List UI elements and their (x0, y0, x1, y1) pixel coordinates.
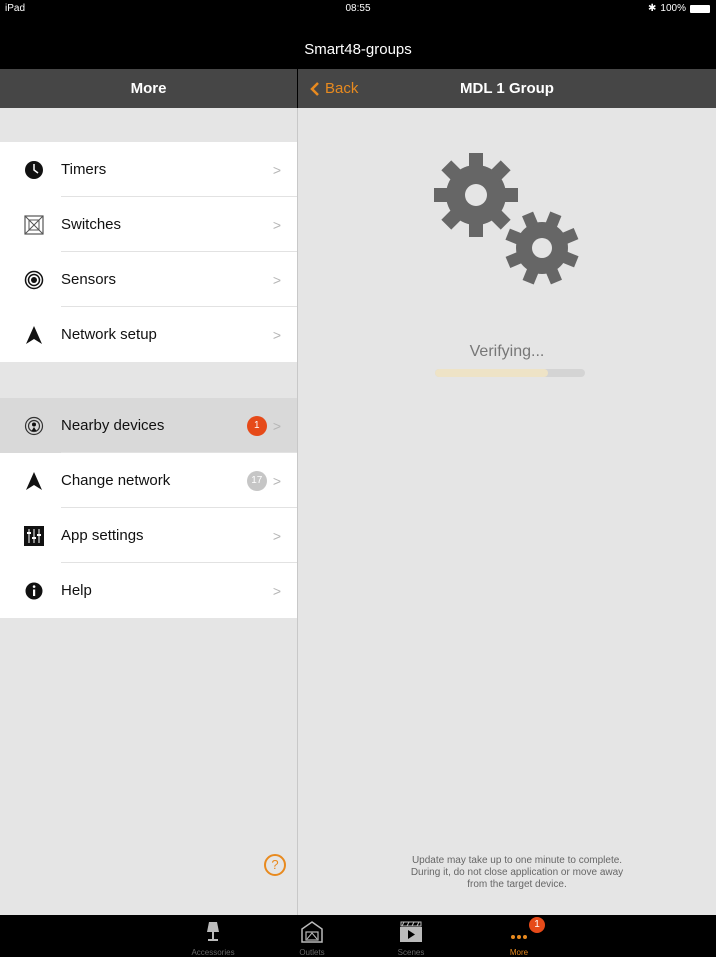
menu-item-network-setup[interactable]: Network setup > (0, 307, 297, 362)
menu-group-2: Nearby devices 1 > Change network 17 > A… (0, 398, 297, 618)
tab-accessories[interactable]: Accessories (183, 915, 243, 957)
chevron-right-icon: > (272, 271, 281, 288)
note-line: from the target device. (467, 879, 567, 890)
menu-item-label: App settings (61, 527, 144, 544)
verify-progress-bar (435, 369, 585, 377)
battery-percent: 100% (660, 3, 686, 14)
menu-group-1: Timers > Switches > Sensors > Network se… (0, 142, 297, 362)
menu-item-change-network[interactable]: Change network 17 > (0, 453, 297, 508)
update-note: Update may take up to one minute to comp… (338, 855, 696, 891)
menu-item-timers[interactable]: Timers > (0, 142, 297, 197)
tab-more[interactable]: 1 More (489, 915, 549, 957)
status-bar: iPad 08:55 ✱ 100% (0, 0, 716, 16)
verifying-status: Verifying... (469, 343, 545, 360)
info-icon (22, 579, 46, 603)
note-line: During it, do not close application or m… (410, 867, 624, 878)
nearby-icon (22, 414, 46, 438)
status-right: ✱ 100% (648, 3, 710, 14)
bluetooth-icon: ✱ (648, 3, 657, 14)
tab-scenes[interactable]: Scenes (381, 915, 441, 957)
menu-item-label: Timers (61, 161, 107, 178)
menu-item-switches[interactable]: Switches > (0, 197, 297, 252)
detail-panel: Verifying... Update may take up to one m… (298, 108, 716, 915)
menu-item-sensors[interactable]: Sensors > (0, 252, 297, 307)
count-badge: 17 (246, 470, 267, 491)
note-line: Update may take up to one minute to comp… (411, 855, 623, 866)
battery-icon (690, 4, 710, 13)
network-icon (22, 469, 46, 493)
menu-item-help[interactable]: Help > (0, 563, 297, 618)
menu-item-label: Sensors (61, 271, 117, 288)
switch-icon (22, 213, 46, 237)
menu-item-label: Change network (61, 472, 171, 489)
chevron-right-icon: > (272, 582, 281, 599)
more-badge: 1 (529, 917, 545, 933)
tab-outlets[interactable]: Outlets (282, 915, 342, 957)
progress-fill (435, 369, 548, 377)
menu-item-label: Switches (61, 216, 122, 233)
right-header: Back MDL 1 Group (298, 69, 716, 108)
scene-icon (282, 921, 342, 943)
tab-bar: Accessories Outlets Scenes 1 More (0, 915, 716, 957)
left-header-title: More (0, 69, 297, 108)
chevron-right-icon: > (272, 326, 281, 343)
menu-item-nearby-devices[interactable]: Nearby devices 1 > (0, 398, 297, 453)
detail-title: MDL 1 Group (460, 80, 554, 97)
lamp-icon (183, 921, 243, 943)
chevron-right-icon: > (272, 527, 281, 544)
app-title: Smart48-groups (304, 41, 412, 58)
settings-sliders-icon (22, 524, 46, 548)
app-title-bar: Smart48-groups (0, 16, 716, 69)
chevron-right-icon: > (272, 472, 281, 489)
scenes-icon (381, 921, 441, 943)
clock-icon (22, 158, 46, 182)
chevron-right-icon: > (272, 417, 281, 434)
menu-item-label: Nearby devices (61, 417, 165, 434)
more-menu-panel: Timers > Switches > Sensors > Network se… (0, 108, 298, 915)
sensor-icon (22, 268, 46, 292)
chevron-right-icon: > (272, 161, 281, 178)
gears-icon (434, 153, 579, 285)
menu-item-label: Help (61, 582, 92, 599)
notification-badge: 1 (246, 415, 267, 436)
menu-item-app-settings[interactable]: App settings > (0, 508, 297, 563)
menu-item-label: Network setup (61, 326, 157, 343)
network-icon (22, 323, 46, 347)
chevron-right-icon: > (272, 216, 281, 233)
help-icon[interactable]: ? (264, 854, 286, 876)
status-time: 08:55 (345, 3, 371, 14)
